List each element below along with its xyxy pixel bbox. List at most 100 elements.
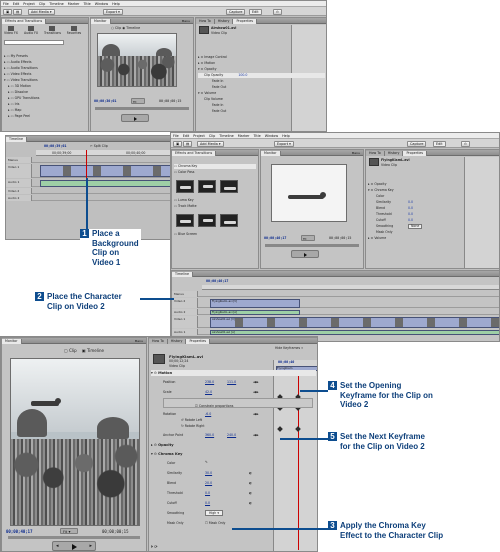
menu-title[interactable]: Title [253, 134, 260, 138]
play-icon[interactable] [134, 117, 137, 121]
timeline-radio[interactable]: ◉ Timeline [122, 26, 140, 30]
clip-opacity-row[interactable]: Clip Opacity 100.0 [198, 73, 325, 78]
param-smoothing[interactable]: Smoothing None [368, 224, 498, 229]
effect-opacity[interactable]: ▸ ⊙ Opacity [151, 442, 316, 448]
tab-how-to[interactable]: How To [196, 19, 215, 24]
similarity-value[interactable]: 30.0 [205, 471, 212, 475]
keyframe-nav-icon[interactable]: ◂◆▸ [253, 412, 259, 416]
tab-create-dvd[interactable]: ⊙ [273, 8, 282, 15]
step-forward-icon[interactable]: ▸ [89, 543, 92, 549]
menu-window[interactable]: Window [95, 2, 108, 6]
menu-marker[interactable]: Marker [238, 134, 250, 138]
tab-effects-transitions[interactable]: Effects and Transitions [2, 19, 47, 24]
loop-icon[interactable]: ⟳ [154, 544, 157, 549]
menu-edit[interactable]: Edit [183, 134, 190, 138]
folder-3d-motion[interactable]: ▸ ▭ 3D Motion [4, 84, 86, 89]
menu-clip[interactable]: Clip [209, 134, 215, 138]
play-icon[interactable] [72, 544, 77, 550]
menu-edit[interactable]: Edit [13, 2, 20, 6]
play-audio-icon[interactable]: ⏵ [151, 544, 153, 549]
fade-out-row[interactable]: Fade Out [198, 85, 325, 90]
folder-gpu-transitions[interactable]: ▸ ▭ GPU Transitions [4, 96, 86, 101]
clip-radio[interactable]: ▢ Clip [64, 348, 77, 353]
keyframe-nav-icon[interactable]: ◂◆▸ [253, 433, 259, 437]
track-header[interactable]: Audio 2 [172, 309, 198, 315]
current-timecode[interactable]: 00;00;40;17 [264, 236, 286, 240]
clip-opacity-value[interactable]: 100.0 [238, 73, 247, 77]
fit-dropdown[interactable]: Fit [131, 98, 145, 104]
keyframe-nav-icon[interactable]: ◂◆▸ [253, 390, 259, 394]
effect-thumb[interactable] [220, 214, 238, 227]
folder-iris[interactable]: ▸ ▭ Iris [4, 102, 86, 107]
effect-opacity[interactable]: ▸ ⊙ Opacity [368, 182, 498, 187]
effect-thumb[interactable] [198, 180, 216, 193]
timeline-current-timecode[interactable]: 00;00;39;01 [44, 144, 66, 148]
menu-file[interactable]: File [3, 2, 9, 6]
scrubber-bar[interactable] [8, 536, 140, 539]
keyframe-rotation-open[interactable] [277, 426, 283, 432]
time-ruler[interactable] [202, 285, 499, 290]
character-clip-audio[interactable]: FlyingKiamL.avi [A] [210, 309, 300, 315]
fit-dropdown[interactable]: Fit [301, 235, 315, 241]
folder-video-transitions[interactable]: ▾ ▭ Video Transitions [4, 78, 86, 83]
toggle-animation-icon[interactable]: ◐ [249, 481, 252, 485]
tab-effects-transitions[interactable]: Effects and Transitions [172, 151, 217, 156]
tab-history[interactable]: History [214, 19, 234, 24]
fit-dropdown[interactable]: Fit ▾ [60, 528, 78, 534]
add-media-button[interactable]: Add Media ▾ [197, 140, 224, 147]
open-button[interactable]: ▤ [13, 8, 23, 15]
timeline-radio[interactable]: ▣ Timeline [82, 348, 104, 353]
clip-volume-row[interactable]: Clip Volume [198, 97, 325, 102]
monitor-menu-button[interactable]: Menu [351, 151, 361, 155]
folder-audio-transitions[interactable]: ▸ ▭ Audio Transitions [4, 66, 86, 71]
effect-thumb[interactable] [176, 214, 194, 227]
rotation-value[interactable]: -6.0 [205, 412, 211, 416]
effects-search-input[interactable] [4, 40, 64, 45]
menu-title[interactable]: Title [83, 2, 90, 6]
video-fx-button[interactable]: Video FX [4, 26, 18, 38]
param-value[interactable]: 0.0 [408, 218, 413, 223]
effect-thumb[interactable] [176, 180, 194, 193]
cutoff-value[interactable]: 0.0 [205, 501, 210, 505]
anchor-y-value[interactable]: 240.0 [227, 433, 236, 437]
effect-blue-screen[interactable]: ▭ Blue Screen [174, 232, 256, 237]
add-media-button[interactable]: Add Media ▾ [28, 8, 55, 15]
folder-video-effects[interactable]: ▸ ▭ Video Effects [4, 72, 86, 77]
smoothing-dropdown[interactable]: None [408, 224, 423, 229]
transitions-button[interactable]: Transitions [44, 26, 61, 38]
rotate-right-button[interactable]: ↻ Rotate Right [181, 424, 205, 428]
track-header[interactable]: Menus [172, 291, 198, 297]
character-clip-video[interactable]: FlyingKiamL.avi [V] [210, 298, 300, 308]
track-header[interactable]: Video 1 [172, 316, 198, 328]
current-timecode[interactable]: 00;00;40;17 [6, 529, 33, 534]
effect-chroma-key[interactable]: ▾ ⊙ Chroma Key [151, 451, 316, 457]
keyframe-timecode[interactable]: 00;00;40 [278, 360, 294, 364]
tab-timeline[interactable]: Timeline [6, 137, 28, 142]
anchor-x-value[interactable]: 360.0 [205, 433, 214, 437]
new-project-button[interactable]: ▣ [3, 8, 13, 15]
keyframe-rotation-next[interactable] [295, 426, 301, 432]
track-header[interactable]: Audio 1 [6, 179, 32, 187]
tab-history[interactable]: History [167, 339, 187, 344]
effect-opacity[interactable]: ▾ ⊙ Opacity [198, 67, 325, 72]
export-button[interactable]: Export ▾ [103, 8, 123, 15]
audio-fade-out-row[interactable]: Fade Out [198, 109, 325, 114]
current-timecode[interactable]: 00;00;30;01 [94, 99, 116, 103]
tab-history[interactable]: History [384, 151, 404, 156]
scale-slider[interactable] [163, 398, 313, 408]
param-threshold[interactable]: Threshold 0.0 [368, 212, 498, 217]
export-button[interactable]: Export ▾ [274, 140, 294, 147]
new-project-button[interactable]: ▣ [173, 140, 183, 147]
tab-monitor[interactable]: Monitor [91, 19, 111, 24]
track-header[interactable]: Audio 2 [6, 195, 32, 201]
effect-thumb[interactable] [198, 214, 216, 227]
track-header[interactable]: Audio 1 [172, 329, 198, 335]
position-x-value[interactable]: 238.0 [205, 380, 214, 384]
folder-page-peel[interactable]: ▸ ▭ Page Peel [4, 114, 86, 119]
param-value[interactable]: 0.0 [408, 200, 413, 205]
menu-project[interactable]: Project [193, 134, 205, 138]
tab-capture[interactable]: Capture [226, 8, 246, 15]
folder-map[interactable]: ▸ ▭ Map [4, 108, 86, 113]
blend-value[interactable]: 20.0 [205, 481, 212, 485]
track-header[interactable]: Video 2 [6, 188, 32, 194]
